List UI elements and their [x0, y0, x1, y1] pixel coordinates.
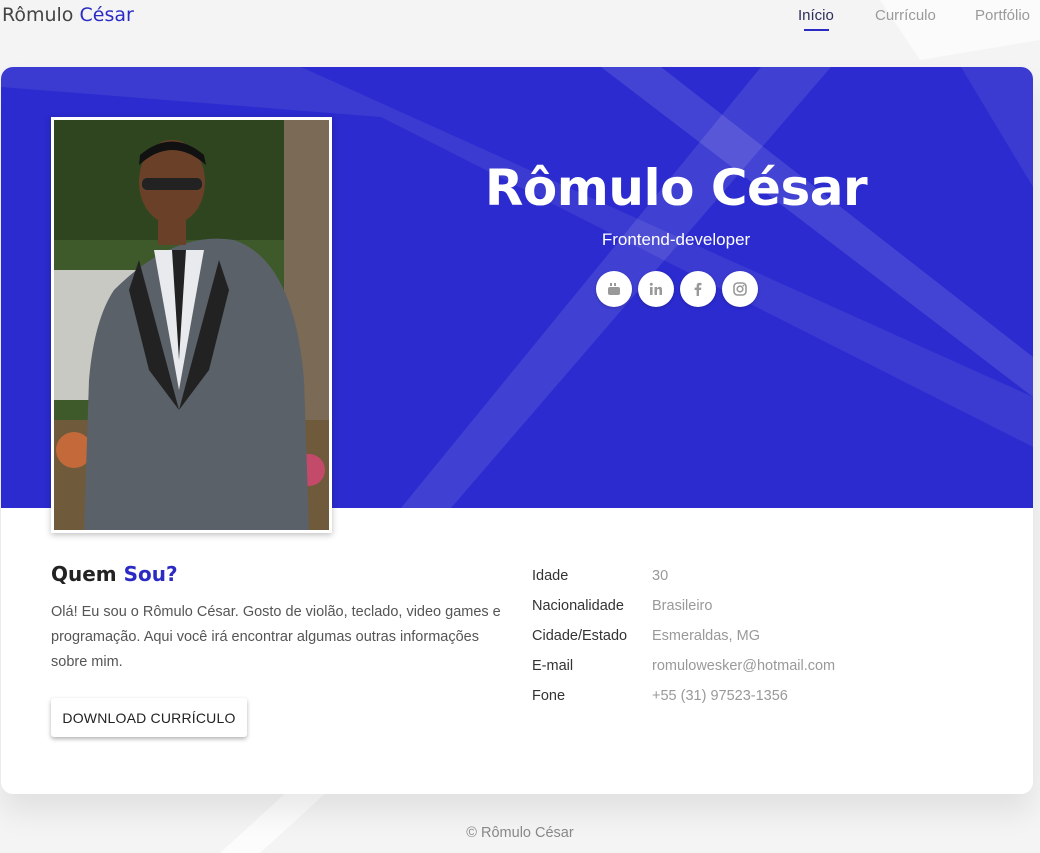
- info-row-email: E-mail romulowesker@hotmail.com: [532, 651, 992, 681]
- info-label: Idade: [532, 568, 569, 584]
- brand-first: Rômulo: [2, 4, 74, 26]
- portrait-photo: [54, 120, 329, 530]
- info-label: Cidade/Estado: [532, 628, 628, 644]
- instagram-link[interactable]: [722, 271, 758, 307]
- nav-active-indicator: [804, 29, 829, 31]
- footer: © Rômulo César: [466, 825, 574, 841]
- profile-card: Rômulo César Frontend-developer Quem Sou…: [1, 67, 1033, 794]
- linkedin-icon: [649, 282, 662, 295]
- about-title-first: Quem: [51, 562, 117, 586]
- info-value: Esmeraldas, MG: [652, 628, 760, 644]
- info-value: Brasileiro: [652, 598, 713, 614]
- about-title-accent: Sou?: [123, 562, 178, 586]
- info-value[interactable]: romulowesker@hotmail.com: [652, 658, 835, 674]
- info-list: Idade 30 Nacionalidade Brasileiro Cidade…: [532, 561, 992, 711]
- info-row-phone: Fone +55 (31) 97523-1356: [532, 681, 992, 711]
- hero-role: Frontend-developer: [601, 230, 751, 249]
- instagram-icon: [733, 282, 747, 296]
- about-title: Quem Sou?: [51, 562, 178, 586]
- linkedin-link[interactable]: [638, 271, 674, 307]
- info-row-city: Cidade/Estado Esmeraldas, MG: [532, 621, 992, 651]
- info-label: Fone: [532, 688, 566, 704]
- download-cv-button[interactable]: DOWNLOAD CURRÍCULO: [51, 698, 247, 737]
- brand-last: César: [79, 4, 134, 26]
- nav-inicio[interactable]: Início: [798, 7, 834, 24]
- profile-photo: [51, 117, 332, 533]
- youtube-link[interactable]: [596, 271, 632, 307]
- hero-name: Rômulo César: [484, 159, 868, 217]
- info-value: 30: [652, 568, 669, 584]
- info-label: Nacionalidade: [532, 598, 624, 614]
- info-label: E-mail: [532, 658, 574, 674]
- about-text: Olá! Eu sou o Rômulo César. Gosto de vio…: [51, 604, 501, 670]
- facebook-icon: [694, 282, 702, 296]
- info-row-nationality: Nacionalidade Brasileiro: [532, 591, 992, 621]
- nav-curriculo[interactable]: Currículo: [875, 7, 936, 24]
- social-links: [596, 271, 758, 307]
- nav-portfolio[interactable]: Portfólio: [975, 7, 1030, 24]
- youtube-icon: [608, 283, 620, 295]
- info-row-age: Idade 30: [532, 561, 992, 591]
- navbar: Rômulo César Início Currículo Portfólio: [0, 0, 1040, 40]
- facebook-link[interactable]: [680, 271, 716, 307]
- info-value: +55 (31) 97523-1356: [652, 688, 788, 704]
- brand-logo[interactable]: Rômulo César: [2, 4, 134, 26]
